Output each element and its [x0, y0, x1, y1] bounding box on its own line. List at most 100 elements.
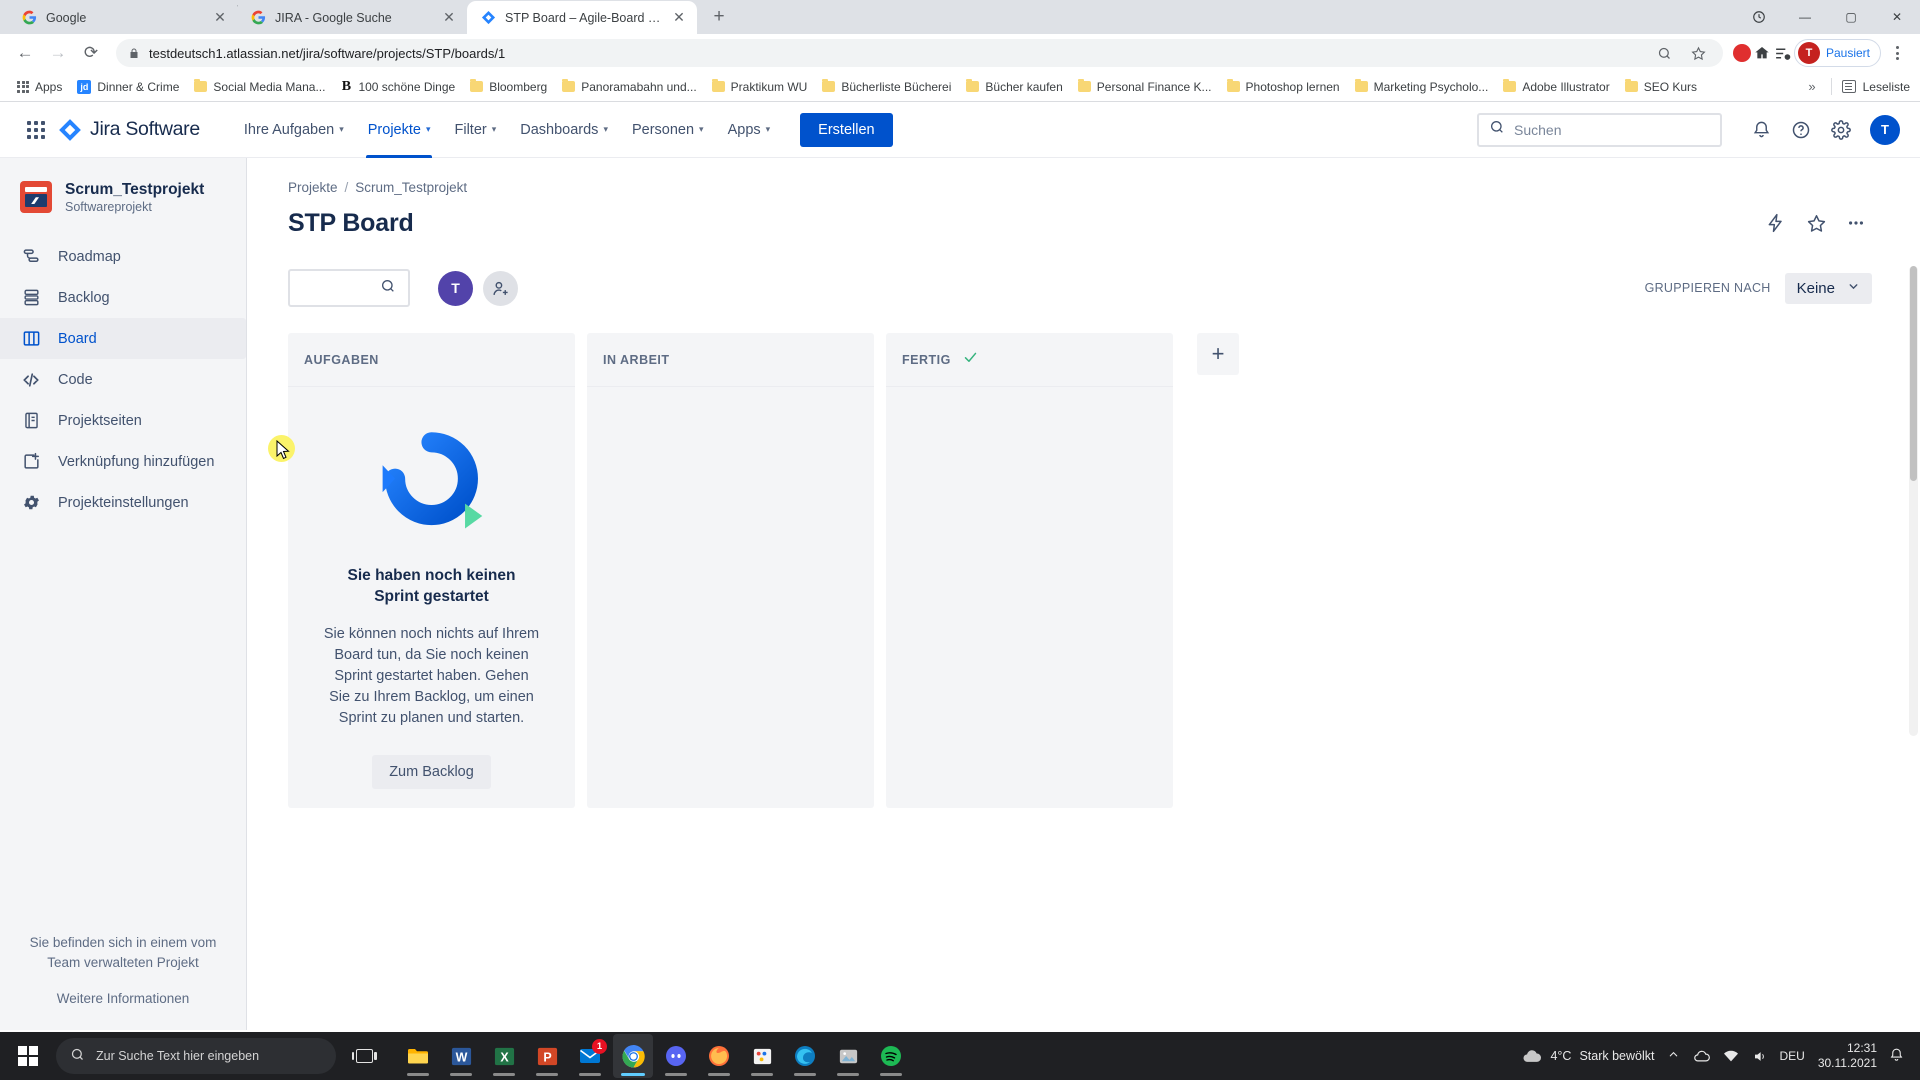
tray-expand-icon[interactable] [1663, 1049, 1683, 1063]
nav-item-personen[interactable]: Personen ▾ [622, 102, 714, 158]
bookmark-item[interactable]: Praktikum WU [705, 77, 815, 97]
sidebar-item-code[interactable]: Code [0, 359, 246, 400]
task-view-button[interactable] [342, 1034, 386, 1078]
nav-item-ihre-aufgaben[interactable]: Ihre Aufgaben ▾ [234, 102, 354, 158]
global-search-input[interactable]: Suchen [1477, 112, 1722, 147]
add-person-icon[interactable] [483, 270, 518, 306]
column-body[interactable]: Sie haben noch keinen Sprint gestartet S… [288, 387, 575, 808]
taskbar-search-input[interactable]: Zur Suche Text hier eingeben [56, 1038, 336, 1074]
taskbar-app-spotify[interactable] [871, 1034, 911, 1078]
more-options-icon[interactable] [1840, 207, 1872, 239]
taskbar-clock[interactable]: 12:31 30.11.2021 [1814, 1041, 1877, 1071]
onedrive-icon[interactable] [1692, 1049, 1712, 1063]
language-indicator[interactable]: DEU [1779, 1049, 1804, 1063]
nav-item-apps[interactable]: Apps ▾ [718, 102, 781, 158]
bookmark-item[interactable]: B 100 schöne Dinge [333, 76, 462, 98]
bookmark-item[interactable]: Bücherliste Bücherei [815, 77, 958, 97]
browser-tab[interactable]: Google ✕ [8, 1, 238, 34]
back-icon[interactable]: ← [10, 38, 40, 68]
bookmark-apps[interactable]: Apps [10, 77, 69, 97]
extension-icon-house[interactable] [1754, 45, 1771, 62]
bookmark-item[interactable]: Adobe Illustrator [1496, 77, 1616, 97]
taskbar-app-edge[interactable] [785, 1034, 825, 1078]
taskbar-app-file-explorer[interactable] [398, 1034, 438, 1078]
column-body[interactable] [587, 387, 874, 808]
board-search-input[interactable] [288, 269, 410, 307]
lightning-icon[interactable] [1760, 207, 1792, 239]
taskbar-app-powerpoint[interactable]: P [527, 1034, 567, 1078]
sidebar-footer-link[interactable]: Weitere Informationen [22, 991, 224, 1006]
sidebar-item-board[interactable]: Board [0, 318, 246, 360]
taskbar-app-paint[interactable] [742, 1034, 782, 1078]
column-header[interactable]: FERTIG [886, 333, 1173, 387]
bookmark-item[interactable]: Photoshop lernen [1220, 77, 1347, 97]
taskbar-app-photos[interactable] [828, 1034, 868, 1078]
window-extra-icon[interactable] [1736, 0, 1782, 34]
sidebar-item-projektseiten[interactable]: Projektseiten [0, 400, 246, 441]
weather-widget[interactable]: 4°C Stark bewölkt [1522, 1048, 1654, 1064]
extension-icon-list[interactable] [1774, 45, 1791, 62]
bookmark-item[interactable]: jd Dinner & Crime [70, 77, 186, 97]
sidebar-item-projekteinstellungen[interactable]: Projekteinstellungen [0, 482, 246, 523]
browser-tab[interactable]: JIRA - Google Suche ✕ [237, 1, 467, 34]
start-button[interactable] [4, 1032, 52, 1080]
column-header[interactable]: AUFGABEN [288, 333, 575, 387]
maximize-button[interactable]: ▢ [1828, 0, 1874, 34]
bookmark-item[interactable]: Marketing Psycholo... [1348, 77, 1496, 97]
new-tab-button[interactable]: + [705, 3, 733, 31]
star-icon[interactable] [1687, 41, 1711, 65]
bookmark-item[interactable]: Bücher kaufen [959, 77, 1069, 97]
nav-item-dashboards[interactable]: Dashboards ▾ [510, 102, 618, 158]
minimize-button[interactable]: — [1782, 0, 1828, 34]
bookmark-item[interactable]: Personal Finance K... [1071, 77, 1219, 97]
star-icon[interactable] [1800, 207, 1832, 239]
zum-backlog-button[interactable]: Zum Backlog [372, 754, 491, 789]
search-zoom-icon[interactable] [1653, 41, 1677, 65]
project-header[interactable]: Scrum_Testprojekt Softwareprojekt [0, 180, 246, 230]
browser-tab-active[interactable]: STP Board – Agile-Board - Jira ✕ [467, 1, 697, 34]
group-by-select[interactable]: Keine [1784, 272, 1872, 304]
close-window-button[interactable]: ✕ [1874, 0, 1920, 34]
close-icon[interactable]: ✕ [441, 9, 457, 26]
network-icon[interactable] [1721, 1049, 1741, 1063]
extension-icon-red[interactable] [1732, 44, 1751, 62]
breadcrumb-item-projekte[interactable]: Projekte [288, 180, 338, 195]
nav-item-filter[interactable]: Filter ▾ [444, 102, 506, 158]
sidebar-item-backlog[interactable]: Backlog [0, 277, 246, 318]
create-button[interactable]: Erstellen [800, 112, 893, 147]
avatar[interactable]: T [438, 270, 473, 306]
breadcrumb-item-project[interactable]: Scrum_Testprojekt [355, 180, 467, 195]
bookmark-item[interactable]: SEO Kurs [1618, 77, 1704, 97]
column-header[interactable]: IN ARBEIT [587, 333, 874, 387]
taskbar-app-firefox[interactable] [699, 1034, 739, 1078]
bookmark-item[interactable]: Social Media Mana... [187, 77, 332, 97]
volume-icon[interactable] [1750, 1049, 1770, 1064]
app-switcher-icon[interactable] [20, 114, 52, 146]
vertical-scrollbar[interactable] [1909, 266, 1918, 736]
bookmark-item[interactable]: Panoramabahn und... [555, 77, 703, 97]
help-icon[interactable] [1784, 113, 1818, 147]
profile-button[interactable]: T Pausiert [1793, 39, 1881, 67]
add-column-button[interactable]: + [1197, 333, 1239, 375]
forward-icon[interactable]: → [43, 38, 73, 68]
address-bar[interactable]: testdeutsch1.atlassian.net/jira/software… [116, 39, 1723, 67]
close-icon[interactable]: ✕ [212, 9, 228, 26]
sidebar-item-roadmap[interactable]: Roadmap [0, 236, 246, 277]
close-icon[interactable]: ✕ [671, 9, 687, 26]
notifications-icon[interactable] [1744, 113, 1778, 147]
reload-icon[interactable]: ⟳ [76, 38, 106, 68]
user-avatar[interactable]: T [1870, 114, 1900, 145]
taskbar-app-discord[interactable] [656, 1034, 696, 1078]
action-center-icon[interactable] [1886, 1047, 1906, 1065]
taskbar-app-chrome[interactable] [613, 1034, 653, 1078]
bookmarks-overflow-icon[interactable]: » [1803, 79, 1820, 94]
bookmark-item[interactable]: Bloomberg [463, 77, 554, 97]
taskbar-app-word[interactable]: W [441, 1034, 481, 1078]
column-body[interactable] [886, 387, 1173, 808]
sidebar-item-verknuepfung-hinzufuegen[interactable]: Verknüpfung hinzufügen [0, 441, 246, 482]
taskbar-app-mail[interactable]: 1 [570, 1034, 610, 1078]
taskbar-app-excel[interactable]: X [484, 1034, 524, 1078]
jira-logo[interactable]: Jira Software [58, 118, 200, 142]
settings-gear-icon[interactable] [1824, 113, 1858, 147]
nav-item-projekte[interactable]: Projekte ▾ [358, 102, 441, 158]
